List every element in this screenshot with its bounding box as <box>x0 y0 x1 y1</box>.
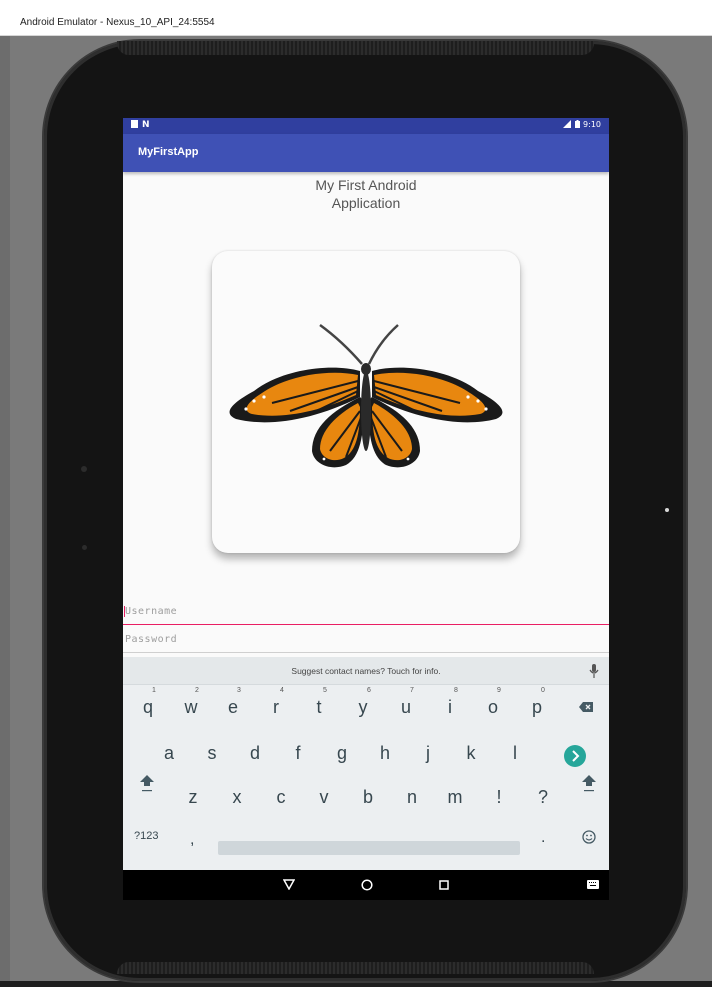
key-a[interactable]: a <box>147 731 191 773</box>
status-time: 9:10 <box>583 120 601 129</box>
image-card <box>212 251 520 553</box>
key-n[interactable]: n <box>390 775 434 817</box>
key-i[interactable]: 8i <box>428 685 472 727</box>
app-bar: MyFirstApp <box>123 134 609 172</box>
username-placeholder: Username <box>125 606 178 617</box>
status-left: N <box>131 120 150 130</box>
sim-icon <box>131 120 138 128</box>
key-r[interactable]: 4r <box>254 685 298 727</box>
recents-icon[interactable] <box>439 880 449 890</box>
backspace-icon[interactable] <box>579 702 593 712</box>
key-x[interactable]: x <box>215 775 259 817</box>
bottom-strip <box>0 981 712 987</box>
suggestion-strip[interactable]: Suggest contact names? Touch for info. <box>123 657 609 685</box>
key-p[interactable]: 0p <box>515 685 559 727</box>
status-bar: N 9:10 <box>123 118 609 134</box>
battery-icon <box>575 120 581 128</box>
key-o[interactable]: 9o <box>471 685 515 727</box>
sensor-dot-2 <box>82 545 87 550</box>
key-l[interactable]: l <box>493 731 537 773</box>
enter-icon[interactable] <box>564 745 586 767</box>
signal-icon <box>562 120 571 128</box>
period-key[interactable]: . <box>541 829 545 847</box>
key-exclamation[interactable]: ! <box>477 775 521 817</box>
page-title: My First Android Application <box>123 176 609 212</box>
key-z[interactable]: z <box>171 775 215 817</box>
key-f[interactable]: f <box>276 731 320 773</box>
key-k[interactable]: k <box>449 731 493 773</box>
window-title: Android Emulator - Nexus_10_API_24:5554 <box>20 17 215 28</box>
page-title-line-1: My First Android <box>315 177 417 193</box>
key-h[interactable]: h <box>363 731 407 773</box>
back-icon[interactable] <box>283 879 295 890</box>
keyboard-switch-icon[interactable] <box>587 880 599 889</box>
sensor-dot-1 <box>81 466 87 472</box>
key-m[interactable]: m <box>433 775 477 817</box>
android-screen: N 9:10 MyFirstApp My First Android Appli… <box>123 118 609 900</box>
key-e[interactable]: 3e <box>211 685 255 727</box>
home-icon[interactable] <box>361 879 373 891</box>
key-v[interactable]: v <box>302 775 346 817</box>
soft-keyboard: Suggest contact names? Touch for info. 1… <box>123 657 609 870</box>
comma-key[interactable]: , <box>190 831 194 849</box>
page-title-line-2: Application <box>331 195 401 211</box>
n-icon: N <box>142 120 150 130</box>
shift-left-icon[interactable] <box>140 775 154 793</box>
key-g[interactable]: g <box>320 731 364 773</box>
password-placeholder: Password <box>125 634 178 645</box>
suggestion-text: Suggest contact names? Touch for info. <box>291 666 441 676</box>
left-gutter <box>0 36 10 987</box>
status-right: 9:10 <box>562 120 601 129</box>
key-w[interactable]: 2w <box>169 685 213 727</box>
key-question[interactable]: ? <box>521 775 565 817</box>
key-c[interactable]: c <box>259 775 303 817</box>
key-q[interactable]: 1q <box>126 685 170 727</box>
key-j[interactable]: j <box>406 731 450 773</box>
key-y[interactable]: 6y <box>341 685 385 727</box>
emoji-icon[interactable] <box>582 830 596 844</box>
speaker-grille-bottom <box>117 962 594 974</box>
speaker-grille-top <box>117 41 594 55</box>
key-b[interactable]: b <box>346 775 390 817</box>
butterfly-image <box>229 323 503 468</box>
username-field[interactable]: Username <box>123 600 609 625</box>
shift-right-icon[interactable] <box>582 775 596 793</box>
key-u[interactable]: 7u <box>384 685 428 727</box>
key-d[interactable]: d <box>233 731 277 773</box>
app-title: MyFirstApp <box>138 146 199 158</box>
spacebar[interactable] <box>218 841 520 855</box>
nav-bar <box>123 870 609 900</box>
key-s[interactable]: s <box>190 731 234 773</box>
camera-icon <box>665 508 669 512</box>
symbols-key[interactable]: ?123 <box>134 830 158 842</box>
emulator-titlebar[interactable]: Android Emulator - Nexus_10_API_24:5554 <box>0 0 712 36</box>
key-t[interactable]: 5t <box>297 685 341 727</box>
microphone-icon[interactable] <box>589 664 599 678</box>
password-field[interactable]: Password <box>123 628 609 653</box>
